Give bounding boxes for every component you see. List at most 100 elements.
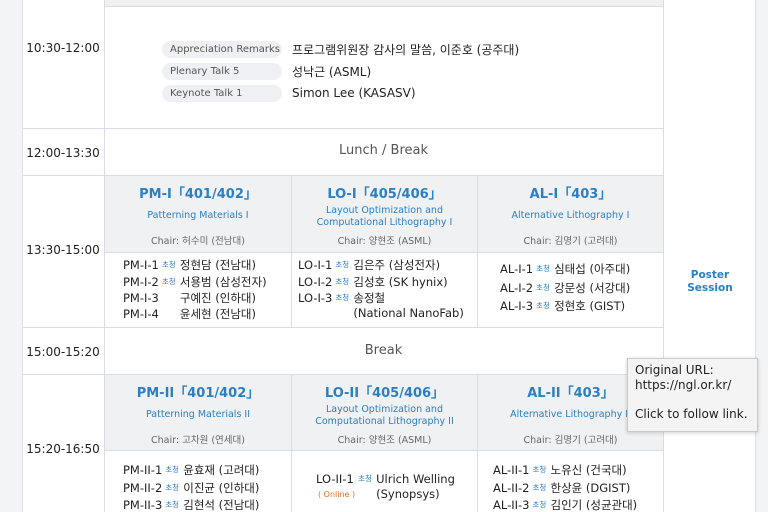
poster-label: Session (687, 282, 733, 294)
speaker-name-line: 한상윤 (DGIST) (550, 481, 631, 495)
talk-row: AL-I-1 초청 심태섭 (아주대) (500, 262, 630, 277)
talk-code-wrap: PM-I-1 (123, 258, 159, 272)
speaker-name: 노유신 (건국대) (550, 463, 626, 478)
speaker-name: 심태섭 (아주대) (554, 262, 630, 277)
talk-code-wrap: LO-I-2 (298, 275, 332, 289)
talk-code: PM-I-4 (123, 307, 159, 321)
grid-line (104, 6, 663, 7)
talk-code-wrap: AL-I-1 (500, 262, 533, 276)
session-subtitle: Patterning Materials I (105, 210, 291, 222)
speaker-name-line: 김성호 (SK hynix) (353, 275, 448, 289)
talk-row: PM-I-1 초청 정현담 (전남대) (123, 258, 256, 273)
invited-badge: 초청 (532, 483, 547, 492)
talk-code-wrap: LO-I-3 (298, 291, 332, 305)
link-tooltip: Original URL: https://ngl.or.kr/ Click t… (627, 358, 758, 432)
session-title[interactable]: PM-I「401/402」 (105, 183, 291, 202)
grid-line (22, 327, 663, 328)
speaker-name: 윤세현 (전남대) (180, 307, 256, 322)
session-chair: Chair: 양현조 (ASML) (337, 236, 432, 247)
talk-code-wrap: PM-II-2 (123, 481, 162, 495)
speaker-name-line: 심태섭 (아주대) (554, 262, 631, 276)
session-title[interactable]: LO-II「405/406」 (292, 382, 477, 401)
session-chair: Chair: 허수미 (전남대) (151, 236, 245, 247)
talk-row: PM-I-3 구예진 (인하대) (123, 291, 256, 306)
plenary-value: 성낙근 (ASML) (292, 64, 372, 79)
break-label: Break (364, 343, 403, 358)
talk-code: PM-I-1 (123, 258, 159, 272)
speaker-name: 정현호 (GIST) (554, 299, 625, 314)
talk-row: LO-II-1 ( Online ) 초청 Ulrich Welling (Synops… (316, 472, 455, 502)
poster-session-link[interactable]: Poster Session (666, 269, 754, 295)
talk-code: LO-I-2 (298, 275, 333, 289)
session-title[interactable]: AL-I「403」 (478, 183, 663, 202)
plenary-row: Plenary Talk 5 성낙근 (ASML) (162, 62, 371, 80)
session-subtitle-line: Patterning Materials I (147, 210, 249, 221)
session-subtitle-line: Computational Lithography II (315, 416, 454, 427)
talk-code-wrap: AL-II-2 (493, 481, 529, 495)
invited-badge: 초청 (161, 277, 176, 286)
invited-badge: 초청 (536, 283, 550, 292)
session-subtitle: Layout Optimization and Computational Lit… (292, 404, 477, 428)
invited-badge: 초청 (536, 301, 550, 310)
invited-badge: 초청 (532, 465, 547, 474)
talk-code: LO-I-1 (298, 258, 333, 272)
talk-code-wrap: PM-I-3 (123, 291, 159, 305)
speaker-name-line: 윤세현 (전남대) (179, 307, 256, 321)
speaker-name: 윤효재 (고려대) (183, 463, 259, 478)
plenary-value: Simon Lee (KASASV) (292, 86, 416, 100)
speaker-name: 이진균 (인하대) (183, 481, 259, 496)
session-title[interactable]: LO-I「405/406」 (292, 183, 477, 202)
session-header: PM-II「401/402」 Patterning Materials II Cha… (105, 374, 291, 450)
speaker-name-line: 정현호 (GIST) (554, 299, 626, 313)
grid-line (104, 450, 663, 451)
talk-code: PM-II-1 (123, 463, 163, 477)
grid-line (22, 128, 663, 129)
speaker-name: 김성호 (SK hynix) (353, 275, 447, 290)
grid-line (663, 0, 664, 512)
grid-line (104, 252, 663, 253)
talk-code: PM-I-3 (123, 291, 159, 305)
talk-row: AL-I-3 초청 정현호 (GIST) (500, 299, 625, 314)
invited-badge: 초청 (165, 483, 180, 492)
session-header: PM-I「401/402」 Patterning Materials I Chair… (105, 175, 291, 251)
speaker-name: 구예진 (인하대) (180, 291, 256, 306)
time-slot: 12:00-13:30 (26, 146, 100, 160)
time-slot: 15:20-16:50 (26, 442, 100, 456)
talk-code: AL-I-2 (500, 281, 534, 295)
session-chair: Chair: 김명기 (고려대) (523, 236, 618, 247)
talk-code: AL-II-2 (493, 481, 530, 495)
lunch-break-label: Lunch / Break (339, 143, 428, 158)
talk-row: AL-II-1 초청 노유신 (건국대) (493, 463, 627, 478)
speaker-name: 김현석 (전남대) (183, 498, 259, 512)
speaker-name: 강문성 (서강대) (554, 281, 630, 296)
plenary-label: Keynote Talk 1 (162, 84, 282, 102)
talk-code-wrap: LO-I-1 (298, 258, 332, 272)
talk-row: AL-II-3 초청 김인기 (성균관대) (493, 498, 637, 512)
speaker-name-line: 이진균 (인하대) (183, 481, 260, 495)
session-subtitle-line: Computational Lithography I (316, 217, 453, 228)
talk-code: AL-I-1 (500, 262, 534, 276)
session-header: LO-I「405/406」 Layout Optimization and Comp… (292, 175, 477, 251)
session-subtitle-line: Patterning Materials II (145, 409, 251, 420)
talk-code-wrap: PM-I-4 (123, 307, 159, 321)
talk-code-wrap: AL-I-3 (500, 299, 533, 313)
talk-row: LO-I-3 초청 송정철 (National NanoFab) (298, 291, 464, 321)
talk-row: LO-I-1 초청 김은주 (삼성전자) (298, 258, 440, 273)
talk-row: AL-I-2 초청 강문성 (서강대) (500, 281, 630, 296)
speaker-name-line: 노유신 (건국대) (550, 463, 627, 477)
time-slot: 10:30-12:00 (26, 41, 100, 55)
talk-code-wrap: PM-I-2 (123, 275, 159, 289)
tooltip-url: https://ngl.or.kr/ (635, 378, 732, 392)
talk-code: AL-II-3 (493, 498, 530, 512)
invited-badge: 초청 (335, 260, 350, 269)
speaker-name: 송정철 (National NanoFab) (353, 291, 463, 321)
poster-label: Poster (690, 269, 730, 281)
speaker-name-line: 강문성 (서강대) (554, 281, 631, 295)
speaker-name: 정현담 (전남대) (180, 258, 256, 273)
speaker-name-line: 김은주 (삼성전자) (353, 258, 441, 272)
session-title[interactable]: PM-II「401/402」 (105, 382, 291, 401)
tooltip-line: Original URL: (635, 363, 714, 377)
talk-code-wrap: LO-II-1 ( Online ) (316, 472, 355, 499)
session-subtitle: Alternative Lithography I (478, 210, 663, 222)
plenary-value: 프로그램위원장 감사의 말씀, 이준호 (공주대) (292, 42, 520, 57)
